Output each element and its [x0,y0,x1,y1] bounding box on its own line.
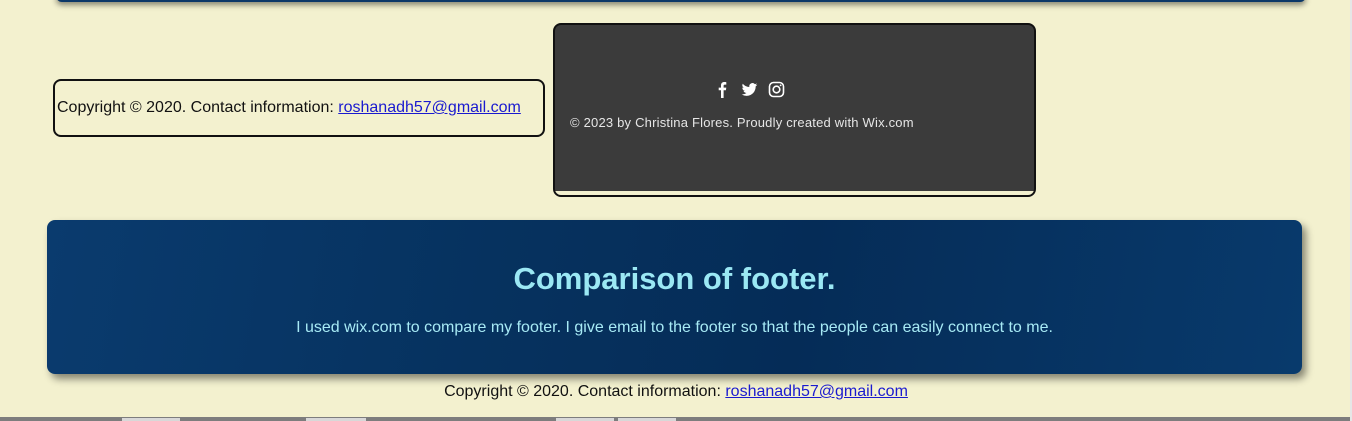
wix-credit-text: © 2023 by Christina Flores. Proudly crea… [570,115,914,130]
page-footer-email-link[interactable]: roshanadh57@gmail.com [725,383,908,400]
window-bottom-edge [0,417,1352,421]
instagram-icon[interactable] [768,81,785,98]
my-footer-box: Copyright © 2020. Contact information: r… [53,79,545,137]
page: Copyright © 2020. Contact information: r… [0,0,1352,421]
wix-footer-bottom-strip [555,191,1034,195]
previous-section-edge [56,0,1306,2]
twitter-icon[interactable] [741,81,758,98]
page-footer-prefix: Copyright © 2020. Contact information: [444,383,726,400]
social-icons-row [714,81,785,98]
page-footer: Copyright © 2020. Contact information: r… [0,383,1352,401]
facebook-icon[interactable] [714,81,731,98]
comparison-section: Comparison of footer. I used wix.com to … [47,220,1302,374]
my-footer-prefix: Copyright © 2020. Contact information: [57,99,339,116]
wix-footer-example: © 2023 by Christina Flores. Proudly crea… [553,23,1036,197]
my-footer-email-link[interactable]: roshanadh57@gmail.com [338,99,521,116]
comparison-title: Comparison of footer. [513,261,836,296]
comparison-description: I used wix.com to compare my footer. I g… [296,319,1053,336]
my-footer-text: Copyright © 2020. Contact information: r… [57,99,521,117]
